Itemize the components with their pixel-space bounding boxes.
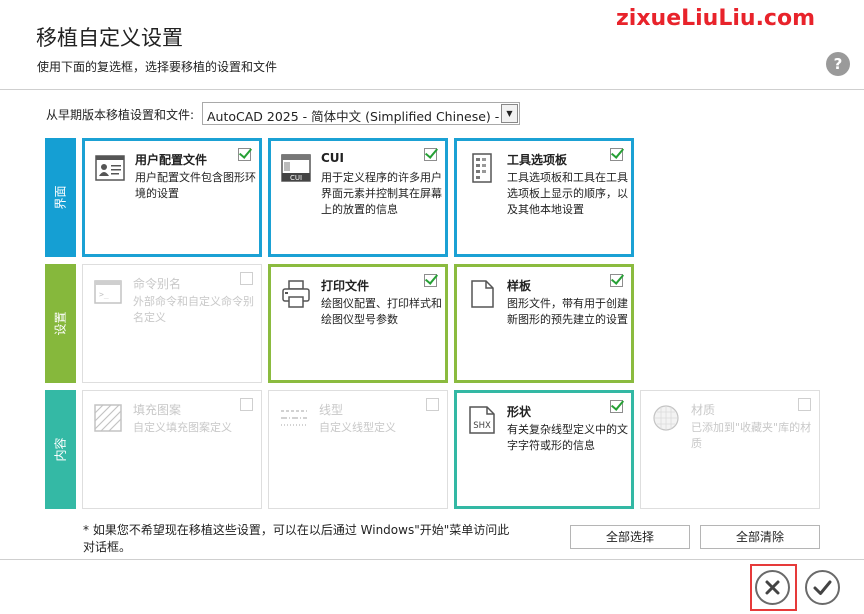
card-tool-palette-desc: 工具选项板和工具在工具选项板上显示的顺序，以及其他本地设置 <box>507 171 628 216</box>
user-profile-checkbox[interactable] <box>238 148 251 161</box>
cui-checkbox[interactable] <box>424 148 437 161</box>
command-alias-icon: >_ <box>94 280 122 304</box>
card-shape-desc: 有关复杂线型定义中的文字字符或形的信息 <box>507 423 628 452</box>
cancel-button[interactable] <box>755 570 790 605</box>
card-cui-desc: 用于定义程序的许多用户界面元素并控制其在屏幕上的放置的信息 <box>321 171 442 216</box>
card-hatch: 填充图案 自定义填充图案定义 <box>82 390 262 509</box>
category-content: 内容 <box>45 390 76 509</box>
material-sphere-icon <box>653 405 679 431</box>
source-version-label: 从早期版本移植设置和文件: <box>46 108 195 122</box>
plot-files-checkbox[interactable] <box>424 274 437 287</box>
shx-icon-text: SHX <box>473 421 491 431</box>
card-template-name: 样板 <box>507 279 532 293</box>
tool-palette-checkbox[interactable] <box>610 148 623 161</box>
card-template-desc: 图形文件，带有用于创建新图形的预先建立的设置 <box>507 297 628 326</box>
card-plot-files-name: 打印文件 <box>321 279 370 293</box>
cui-icon: CUI <box>281 154 311 182</box>
hatch-checkbox <box>240 398 253 411</box>
command-alias-checkbox <box>240 272 253 285</box>
card-tool-palette-name: 工具选项板 <box>507 153 568 167</box>
cui-icon-text: CUI <box>290 174 302 182</box>
material-checkbox <box>798 398 811 411</box>
card-tool-palette[interactable]: 工具选项板 工具选项板和工具在工具选项板上显示的顺序，以及其他本地设置 <box>454 138 634 257</box>
shape-checkbox[interactable] <box>610 400 623 413</box>
shx-file-icon: SHX <box>469 406 495 434</box>
card-command-alias-desc: 外部命令和自定义命令别名定义 <box>133 295 254 324</box>
card-material-name: 材质 <box>691 403 716 417</box>
category-settings: 设置 <box>45 264 76 383</box>
checkmark-icon <box>813 580 832 595</box>
card-shape[interactable]: SHX 形状 有关复杂线型定义中的文字字符或形的信息 <box>454 390 634 509</box>
linetype-checkbox <box>426 398 439 411</box>
card-plot-files[interactable]: 打印文件 绘图仪配置、打印样式和绘图仪型号参数 <box>268 264 448 383</box>
card-material-desc: 已添加到"收藏夹"库的材质 <box>691 421 812 450</box>
category-ui: 界面 <box>45 138 76 257</box>
card-shape-name: 形状 <box>507 405 532 419</box>
category-content-label: 内容 <box>53 437 68 462</box>
card-linetype-desc: 自定义线型定义 <box>319 421 396 434</box>
card-hatch-desc: 自定义填充图案定义 <box>133 421 232 434</box>
card-command-alias: >_ 命令别名 外部命令和自定义命令别名定义 <box>82 264 262 383</box>
card-user-profile[interactable]: 用户配置文件 用户配置文件包含图形环境的设置 <box>82 138 262 257</box>
watermark-text: zixueLiuLiu.com <box>616 6 815 31</box>
printer-icon <box>282 280 310 308</box>
select-all-button[interactable]: 全部选择 <box>570 525 690 549</box>
dialog-title: 移植自定义设置 <box>36 26 183 50</box>
main-panel: 从早期版本移植设置和文件: AutoCAD 2025 - 简体中文 (Simpl… <box>0 90 864 560</box>
linetype-icon <box>281 410 307 426</box>
source-version-select[interactable]: AutoCAD 2025 - 简体中文 (Simplified Chinese)… <box>202 102 520 125</box>
dropdown-arrow-icon[interactable]: ▼ <box>501 104 518 123</box>
category-settings-label: 设置 <box>53 311 68 336</box>
card-user-profile-desc: 用户配置文件包含图形环境的设置 <box>135 171 256 200</box>
svg-text:>_: >_ <box>99 290 109 299</box>
card-linetype: 线型 自定义线型定义 <box>268 390 448 509</box>
hatch-pattern-icon <box>94 404 122 432</box>
template-checkbox[interactable] <box>610 274 623 287</box>
ok-button[interactable] <box>805 570 840 605</box>
card-cui-name: CUI <box>321 151 345 165</box>
footer-note: * 如果您不希望现在移植这些设置，可以在以后通过 Windows"开始"菜单访问… <box>83 523 510 554</box>
user-profile-icon <box>95 155 125 181</box>
close-icon <box>765 580 780 595</box>
card-plot-files-desc: 绘图仪配置、打印样式和绘图仪型号参数 <box>321 297 442 326</box>
source-version-value: AutoCAD 2025 - 简体中文 (Simplified Chinese)… <box>207 109 503 124</box>
card-template[interactable]: 样板 图形文件，带有用于创建新图形的预先建立的设置 <box>454 264 634 383</box>
card-cui[interactable]: CUI CUI 用于定义程序的许多用户界面元素并控制其在屏幕上的放置的信息 <box>268 138 448 257</box>
help-icon[interactable]: ? <box>826 52 850 76</box>
template-file-icon <box>471 280 494 308</box>
clear-all-button[interactable]: 全部清除 <box>700 525 820 549</box>
card-command-alias-name: 命令别名 <box>133 277 182 291</box>
category-ui-label: 界面 <box>53 185 68 210</box>
tool-palette-icon <box>472 153 492 183</box>
card-hatch-name: 填充图案 <box>133 403 182 417</box>
card-user-profile-name: 用户配置文件 <box>135 153 208 167</box>
card-linetype-name: 线型 <box>319 403 344 417</box>
dialog-header: 移植自定义设置 使用下面的复选框，选择要移植的设置和文件 zixueLiuLiu… <box>0 0 864 90</box>
dialog-subtitle: 使用下面的复选框，选择要移植的设置和文件 <box>37 60 278 74</box>
card-material: 材质 已添加到"收藏夹"库的材质 <box>640 390 820 509</box>
